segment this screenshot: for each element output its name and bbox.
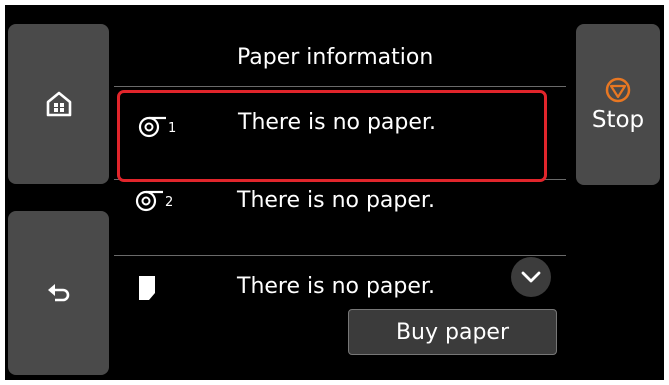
paper-source-row-sheet[interactable]: There is no paper.: [117, 257, 565, 315]
stop-button[interactable]: Stop: [576, 24, 660, 185]
divider: [114, 86, 566, 87]
svg-text:2: 2: [165, 195, 173, 210]
divider: [114, 255, 566, 256]
home-icon: [46, 91, 71, 117]
back-button[interactable]: [8, 211, 109, 375]
chevron-down-icon: [521, 271, 541, 283]
stop-icon: [605, 77, 631, 102]
stop-label: Stop: [591, 106, 645, 133]
paper-status-text: There is no paper.: [237, 274, 435, 299]
paper-status-text: There is no paper.: [238, 110, 436, 135]
cut-sheet-icon: [139, 276, 155, 300]
buy-paper-button[interactable]: Buy paper: [348, 309, 557, 355]
page-title: Paper information: [237, 45, 434, 70]
roll-paper-2-icon: 2: [135, 190, 173, 212]
paper-status-text: There is no paper.: [237, 188, 435, 213]
paper-source-row-roll-2[interactable]: 2 There is no paper.: [117, 183, 565, 253]
roll-paper-1-icon: 1: [138, 116, 176, 138]
scroll-down-button[interactable]: [511, 257, 551, 297]
home-button[interactable]: [8, 24, 109, 184]
paper-source-row-roll-1[interactable]: 1 There is no paper.: [117, 90, 547, 182]
touch-panel-screen: Stop Paper information 1 There is no pap…: [5, 5, 664, 380]
back-arrow-icon: [47, 284, 69, 302]
svg-text:1: 1: [168, 121, 176, 136]
